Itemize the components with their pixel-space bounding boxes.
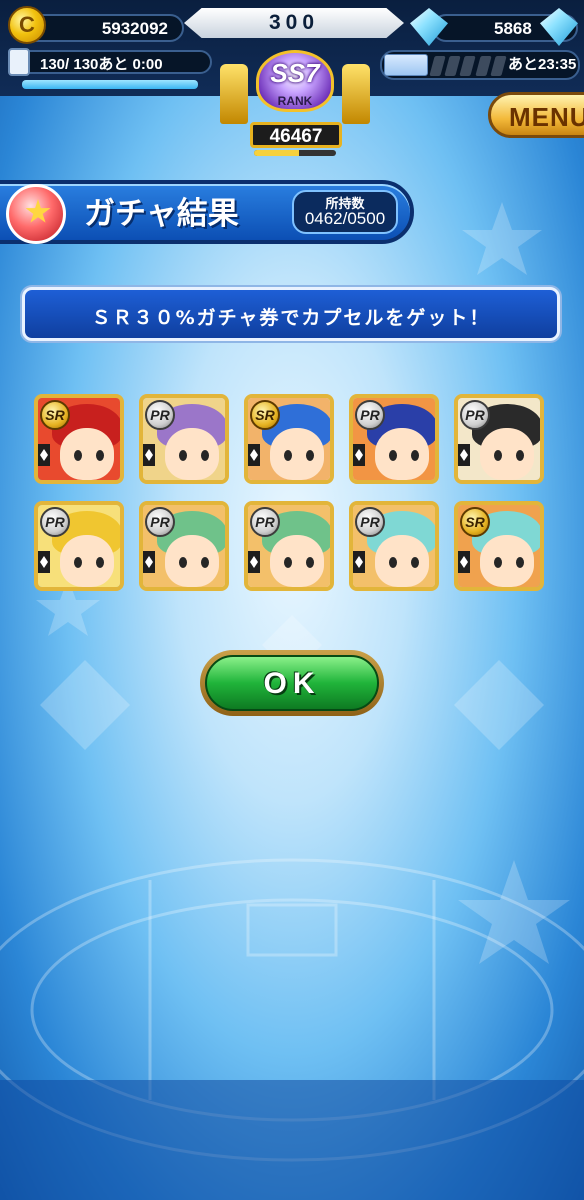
rarity-badge: SR [460,507,490,537]
result-card[interactable]: PR [34,501,124,591]
menu-button-label: MENU [509,102,584,132]
character-face [480,428,534,480]
character-eye [306,450,314,461]
character-eye [389,450,397,461]
character-face [375,535,429,587]
character-eye [179,450,187,461]
result-card[interactable]: SR [244,394,334,484]
ticket-timer: あと23:35 [508,56,577,73]
ok-button[interactable]: OK [200,650,384,716]
result-message: ＳＲ３０%ガチャ券でカプセルをゲット！ [91,307,491,329]
rank-title: SS7 [270,58,320,88]
ok-button-face: OK [205,655,379,711]
result-card[interactable]: PR [139,394,229,484]
rarity-badge: PR [250,507,280,537]
rarity-badge: PR [145,507,175,537]
rank-label: RANK [277,94,313,108]
coin-icon: C [8,6,46,44]
result-card[interactable]: PR [454,394,544,484]
character-eye [284,557,292,568]
character-eye [96,450,104,461]
capsule-star-icon [6,184,66,244]
rarity-badge: PR [355,507,385,537]
stamina-icon [8,48,30,76]
rarity-badge: PR [40,507,70,537]
character-eye [494,450,502,461]
ok-button-label: OK [263,667,321,700]
center-counter-value: 300 [268,11,320,34]
rarity-badge: PR [355,400,385,430]
character-eye [516,557,524,568]
card-side-tab [143,551,155,573]
rank-badge[interactable]: SS7 RANK 46467 [214,40,374,160]
rarity-badge: SR [40,400,70,430]
character-face [270,535,324,587]
rank-progress-bar [254,150,336,156]
card-side-tab [458,551,470,573]
stamina-bar-fill [22,80,198,89]
card-side-tab [143,444,155,466]
ticket-slots [429,56,507,76]
character-eye [411,557,419,568]
character-face [165,428,219,480]
character-eye [411,450,419,461]
card-side-tab [458,444,470,466]
result-card[interactable]: SR [454,501,544,591]
coin-amount: 5932092 [101,19,168,38]
card-side-tab [38,444,50,466]
rank-score: 46467 [269,126,323,147]
result-message-bar: ＳＲ３０%ガチャ券でカプセルをゲット！ [22,287,560,341]
character-face [480,535,534,587]
rarity-badge: SR [250,400,280,430]
character-eye [516,450,524,461]
owned-count-box: 所持数 0462/0500 [292,190,398,234]
result-card[interactable]: SR [34,394,124,484]
rank-progress-fill [254,150,300,156]
character-face [270,428,324,480]
character-face [60,428,114,480]
card-side-tab [353,444,365,466]
character-face [60,535,114,587]
character-eye [201,450,209,461]
stamina-bar [22,80,198,89]
result-card[interactable]: PR [349,501,439,591]
character-eye [389,557,397,568]
result-card[interactable]: PR [349,394,439,484]
character-face [165,535,219,587]
trophy-icon [342,64,370,124]
rarity-badge: PR [460,400,490,430]
character-eye [494,557,502,568]
ticket-icon [384,54,428,76]
character-eye [179,557,187,568]
result-card[interactable]: PR [139,501,229,591]
character-eye [306,557,314,568]
character-eye [74,450,82,461]
character-eye [284,450,292,461]
owned-count-value: 0462/0500 [304,209,386,228]
stamina-counter[interactable]: 130/ 130あと 0:00 [8,50,212,74]
character-eye [201,557,209,568]
card-side-tab [248,444,260,466]
card-side-tab [38,551,50,573]
character-eye [96,557,104,568]
card-side-tab [248,551,260,573]
gem-amount: 5868 [494,19,532,38]
card-side-tab [353,551,365,573]
character-eye [74,557,82,568]
trophy-icon [220,64,248,124]
rank-score-box: 46467 [250,122,342,148]
menu-button[interactable]: MENU [488,92,584,138]
stamina-text: 130/ 130あと 0:00 [40,56,163,73]
page-title: ガチャ結果 [84,196,239,232]
result-card[interactable]: PR [244,501,334,591]
rarity-badge: PR [145,400,175,430]
character-face [375,428,429,480]
center-counter[interactable]: 300 [184,8,404,38]
